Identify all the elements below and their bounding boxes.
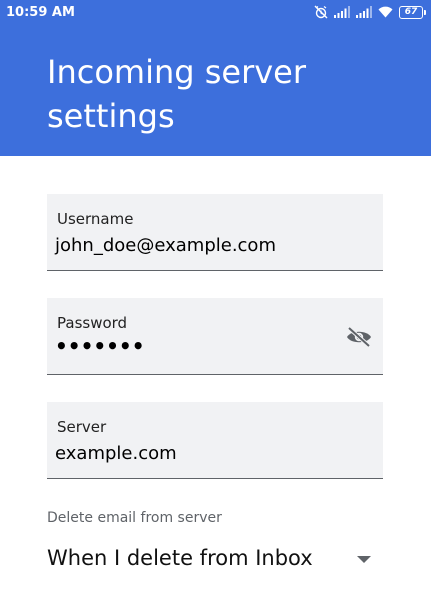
password-field[interactable]: Password ••••••• bbox=[47, 298, 383, 375]
visibility-off-icon[interactable] bbox=[345, 326, 373, 352]
status-bar: 10:59 AM 67 bbox=[0, 0, 431, 26]
page-title: Incoming server settings bbox=[47, 53, 307, 135]
alarm-off-icon bbox=[314, 5, 328, 19]
status-icons: 67 bbox=[314, 5, 426, 19]
dropdown-arrow-icon[interactable] bbox=[357, 556, 371, 563]
server-field[interactable]: Server example.com bbox=[47, 402, 383, 479]
app-header: 10:59 AM 67 Incoming server settings bbox=[0, 0, 431, 156]
delete-policy-dropdown[interactable]: When I delete from Inbox bbox=[47, 540, 383, 580]
server-label: Server bbox=[57, 418, 107, 436]
username-label: Username bbox=[57, 210, 134, 228]
password-label: Password bbox=[57, 314, 128, 332]
signal-icon bbox=[356, 6, 372, 18]
password-input[interactable]: ••••••• bbox=[55, 334, 144, 358]
server-input[interactable]: example.com bbox=[55, 443, 177, 464]
signal-icon bbox=[334, 6, 350, 18]
delete-policy-label: Delete email from server bbox=[47, 510, 222, 526]
username-input[interactable]: john_doe@example.com bbox=[55, 235, 276, 256]
battery-icon: 67 bbox=[399, 5, 426, 19]
delete-policy-value: When I delete from Inbox bbox=[47, 546, 313, 570]
status-time: 10:59 AM bbox=[6, 5, 75, 20]
wifi-icon bbox=[378, 6, 393, 18]
username-field[interactable]: Username john_doe@example.com bbox=[47, 194, 383, 271]
